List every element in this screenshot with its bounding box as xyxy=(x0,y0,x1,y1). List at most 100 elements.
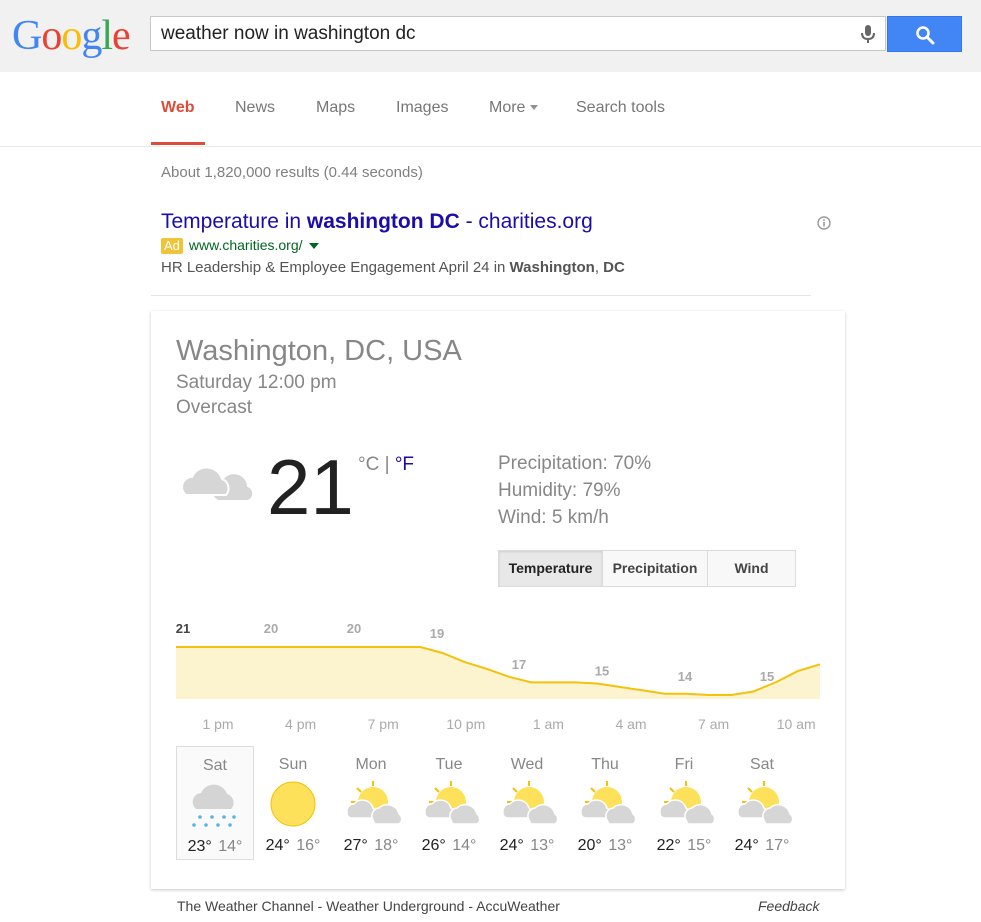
ad-title-link[interactable]: Temperature in washington DC - charities… xyxy=(161,210,593,234)
forecast-day-name: Wed xyxy=(510,756,544,773)
weather-sources: The Weather Channel - Weather Undergroun… xyxy=(177,898,560,914)
forecast-temps: 22° 15° xyxy=(645,837,723,855)
search-tabs: Web News Maps Images More Search tools xyxy=(0,72,981,147)
temperature-chart[interactable]: 21 20 20 19 17 15 14 15 1 pm 4 pm 7 pm 10 pm 1 am 4 a… xyxy=(176,623,820,735)
forecast-day-name: Sat xyxy=(202,757,227,774)
forecast-low: 14° xyxy=(218,838,243,855)
weather-card: Washington, DC, USA Saturday 12:00 pm Ov… xyxy=(151,311,845,889)
forecast-low: 13° xyxy=(608,837,633,854)
forecast-day[interactable]: Wed 24° 13° xyxy=(488,746,566,860)
forecast-high: 27° xyxy=(343,837,368,854)
forecast-day[interactable]: Fri 22° 15° xyxy=(645,746,723,860)
weather-condition: Overcast xyxy=(176,397,253,418)
forecast-low: 13° xyxy=(530,837,555,854)
chart-x-tick-label: 7 am xyxy=(698,716,729,732)
chart-data-label: 19 xyxy=(430,626,444,641)
partly-cloudy-icon xyxy=(421,780,481,837)
chart-data-label: 15 xyxy=(760,669,774,684)
source-link-1[interactable]: The Weather Channel xyxy=(177,898,314,914)
search-input[interactable] xyxy=(161,17,841,50)
ad-url[interactable]: www.charities.org/ xyxy=(189,237,303,253)
precipitation-button[interactable]: Precipitation xyxy=(603,551,708,586)
chart-x-tick-label: 4 am xyxy=(615,716,646,732)
ad-title-post: - charities.org xyxy=(459,210,593,233)
cloud-icon xyxy=(178,455,255,516)
partly-cloudy-icon xyxy=(734,780,794,837)
forecast-day-name: Tue xyxy=(435,756,463,773)
ad-title-bold: washington DC xyxy=(306,210,460,233)
forecast-high: 24° xyxy=(265,837,290,854)
unit-switch: °C | °F xyxy=(358,454,414,476)
forecast-day[interactable]: Sun 24° 16° xyxy=(254,746,332,860)
partly-cloudy-icon xyxy=(343,780,403,837)
info-icon[interactable] xyxy=(817,216,831,235)
logo-letter: o xyxy=(41,13,62,59)
unit-separator: | xyxy=(379,454,395,475)
logo-letter: g xyxy=(81,13,102,59)
forecast-high: 22° xyxy=(656,837,681,854)
divider xyxy=(151,295,811,296)
weather-time: Saturday 12:00 pm xyxy=(176,372,337,393)
forecast-high: 20° xyxy=(577,837,602,854)
search-icon xyxy=(916,26,935,45)
chart-mode-toggle: Temperature Precipitation Wind xyxy=(498,550,796,587)
chart-x-tick-label: 10 am xyxy=(777,716,816,732)
wind-button[interactable]: Wind xyxy=(708,551,795,586)
forecast-temps: 23° 14° xyxy=(177,838,253,856)
current-temperature: 21 xyxy=(267,443,354,531)
fahrenheit-toggle[interactable]: °F xyxy=(395,454,414,475)
forecast-low: 14° xyxy=(452,837,477,854)
tab-images[interactable]: Images xyxy=(396,99,448,117)
logo-letter: e xyxy=(112,13,131,59)
source-link-2[interactable]: Weather Underground xyxy=(326,898,464,914)
chart-x-tick-label: 7 pm xyxy=(368,716,399,732)
tab-news[interactable]: News xyxy=(235,99,275,117)
forecast-high: 26° xyxy=(421,837,446,854)
logo-letter: G xyxy=(12,13,42,59)
forecast-day[interactable]: Sat 23° 14° xyxy=(176,746,254,860)
source-link-3[interactable]: AccuWeather xyxy=(476,898,560,914)
logo-letter: o xyxy=(61,13,82,59)
chart-x-tick-label: 1 pm xyxy=(202,716,233,732)
tab-maps[interactable]: Maps xyxy=(316,99,355,117)
celsius-toggle[interactable]: °C xyxy=(358,454,379,475)
chart-x-tick-label: 10 pm xyxy=(446,716,485,732)
chart-data-label: 21 xyxy=(176,623,190,636)
result-stats: About 1,820,000 results (0.44 seconds) xyxy=(161,164,423,181)
ad-desc-pre: HR Leadership & Employee Engagement Apri… xyxy=(161,259,510,276)
chart-x-tick-label: 1 am xyxy=(533,716,564,732)
google-logo[interactable]: Google xyxy=(12,13,131,59)
forecast-temps: 24° 16° xyxy=(254,837,332,855)
sun-icon xyxy=(265,780,321,837)
forecast-temps: 26° 14° xyxy=(410,837,488,855)
forecast-day[interactable]: Mon 27° 18° xyxy=(332,746,410,860)
microphone-icon[interactable] xyxy=(857,23,879,45)
partly-cloudy-icon xyxy=(577,780,637,837)
weather-details: Precipitation: 70% Humidity: 79% Wind: 5… xyxy=(498,450,651,531)
ad-title-pre: Temperature in xyxy=(161,210,307,233)
ad-description: HR Leadership & Employee Engagement Apri… xyxy=(161,259,625,276)
ad-url-row: Ad www.charities.org/ xyxy=(161,237,319,254)
forecast-low: 17° xyxy=(765,837,790,854)
top-bar: Google xyxy=(0,0,981,72)
forecast-day[interactable]: Tue 26° 14° xyxy=(410,746,488,860)
daily-forecast: Sat 23° 14° Sun 24° 16° Mon 27° 18° Tue 26° 14°… xyxy=(176,746,820,861)
forecast-day[interactable]: Sat 24° 17° xyxy=(723,746,801,860)
tab-web[interactable]: Web xyxy=(161,99,194,117)
forecast-day[interactable]: Thu 20° 13° xyxy=(566,746,644,860)
tab-more[interactable]: More xyxy=(489,99,539,117)
forecast-temps: 24° 13° xyxy=(488,837,566,855)
chevron-down-icon xyxy=(530,105,539,111)
forecast-high: 24° xyxy=(734,837,759,854)
search-box xyxy=(150,16,886,51)
temperature-button[interactable]: Temperature xyxy=(499,551,603,586)
forecast-day-name: Fri xyxy=(674,756,694,773)
chart-x-tick-label: 4 pm xyxy=(285,716,316,732)
feedback-link[interactable]: Feedback xyxy=(758,898,819,914)
search-button[interactable] xyxy=(887,16,962,52)
forecast-temps: 27° 18° xyxy=(332,837,410,855)
forecast-temps: 24° 17° xyxy=(723,837,801,855)
tab-search-tools[interactable]: Search tools xyxy=(576,99,665,117)
dropdown-arrow-icon[interactable] xyxy=(308,243,319,250)
source-sep-1: - xyxy=(313,898,327,914)
